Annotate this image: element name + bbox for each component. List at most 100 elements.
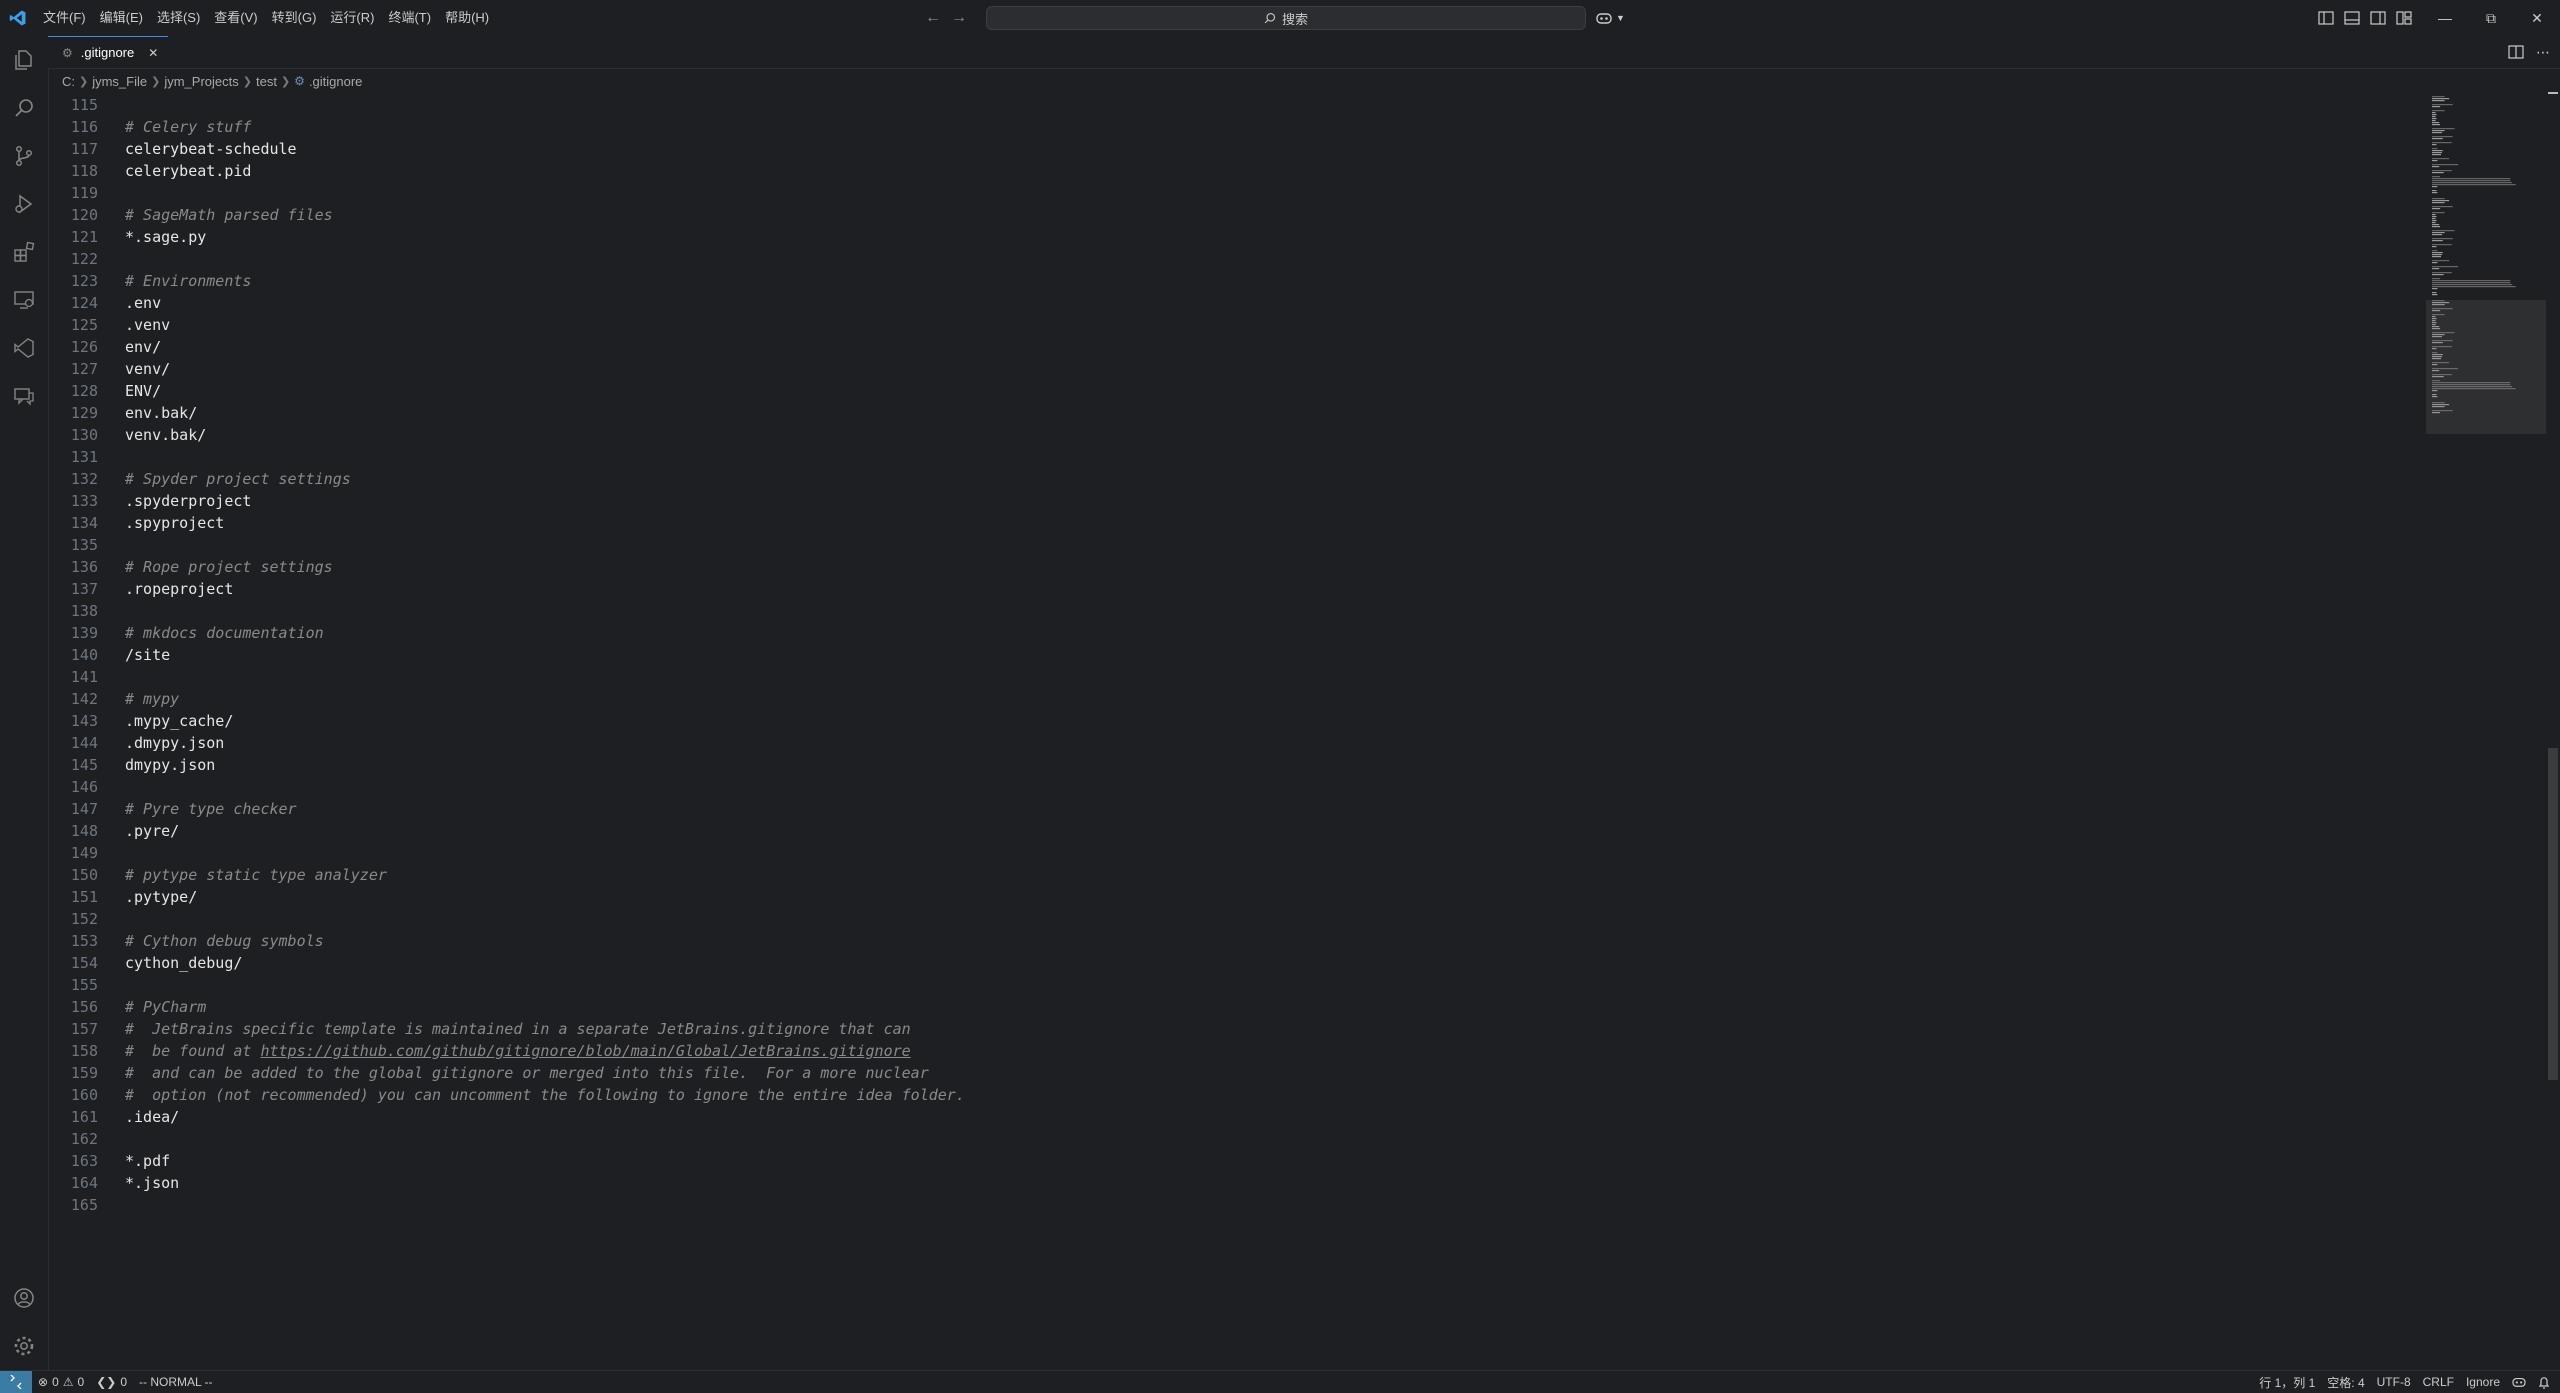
- code-line[interactable]: 146: [48, 776, 2428, 798]
- remote-explorer-icon[interactable]: [0, 276, 48, 324]
- code-line[interactable]: 163 *.pdf: [48, 1150, 2428, 1172]
- code-line[interactable]: 162: [48, 1128, 2428, 1150]
- visual-studio-icon[interactable]: [0, 324, 48, 372]
- back-arrow-icon[interactable]: ←: [925, 9, 941, 27]
- more-actions-icon[interactable]: ⋯: [2536, 44, 2550, 61]
- code-line[interactable]: 155: [48, 974, 2428, 996]
- encoding[interactable]: UTF-8: [2371, 1371, 2417, 1393]
- breadcrumb-item[interactable]: .gitignore: [309, 74, 362, 89]
- code-line[interactable]: 116 # Celery stuff: [48, 116, 2428, 138]
- menu-item[interactable]: 终端(T): [381, 0, 438, 36]
- code-line[interactable]: 117 celerybeat-schedule: [48, 138, 2428, 160]
- code-line[interactable]: 152: [48, 908, 2428, 930]
- code-editor[interactable]: 115 116 # Celery stuff 117 celerybeat-schedu…: [48, 94, 2428, 1370]
- code-line[interactable]: 123 # Environments: [48, 270, 2428, 292]
- code-line[interactable]: 128 ENV/: [48, 380, 2428, 402]
- extensions-icon[interactable]: [0, 228, 48, 276]
- code-line[interactable]: 141: [48, 666, 2428, 688]
- code-line[interactable]: 129 env.bak/: [48, 402, 2428, 424]
- code-line[interactable]: 150 # pytype static type analyzer: [48, 864, 2428, 886]
- menu-item[interactable]: 选择(S): [150, 0, 207, 36]
- menu-item[interactable]: 运行(R): [323, 0, 381, 36]
- code-line[interactable]: 124 .env: [48, 292, 2428, 314]
- code-line[interactable]: 138: [48, 600, 2428, 622]
- close-window-button[interactable]: ✕: [2514, 0, 2560, 36]
- code-line[interactable]: 121 *.sage.py: [48, 226, 2428, 248]
- code-line[interactable]: 158 # be found at https://github.com/gith…: [48, 1040, 2428, 1062]
- ports-indicator[interactable]: ❮❯ 0: [90, 1371, 133, 1393]
- code-line[interactable]: 156 # PyCharm: [48, 996, 2428, 1018]
- language-mode[interactable]: Ignore: [2460, 1371, 2506, 1393]
- restore-button[interactable]: ⧉: [2468, 0, 2514, 36]
- code-line[interactable]: 165: [48, 1194, 2428, 1216]
- menu-item[interactable]: 查看(V): [207, 0, 264, 36]
- code-line[interactable]: 122: [48, 248, 2428, 270]
- code-line[interactable]: 115: [48, 94, 2428, 116]
- breadcrumb-item[interactable]: C:: [62, 74, 75, 89]
- scrollbar-thumb[interactable]: [2548, 748, 2558, 1080]
- code-line[interactable]: 132 # Spyder project settings: [48, 468, 2428, 490]
- code-line[interactable]: 143 .mypy_cache/: [48, 710, 2428, 732]
- code-line[interactable]: 161 .idea/: [48, 1106, 2428, 1128]
- code-line[interactable]: 139 # mkdocs documentation: [48, 622, 2428, 644]
- search-view-icon[interactable]: [0, 84, 48, 132]
- code-line[interactable]: 151 .pytype/: [48, 886, 2428, 908]
- customize-layout-icon[interactable]: [2396, 11, 2412, 25]
- code-line[interactable]: 136 # Rope project settings: [48, 556, 2428, 578]
- code-line[interactable]: 144 .dmypy.json: [48, 732, 2428, 754]
- menu-item[interactable]: 编辑(E): [93, 0, 150, 36]
- code-line[interactable]: 153 # Cython debug symbols: [48, 930, 2428, 952]
- code-line[interactable]: 157 # JetBrains specific template is main…: [48, 1018, 2428, 1040]
- code-line[interactable]: 125 .venv: [48, 314, 2428, 336]
- breadcrumb-item[interactable]: test: [256, 74, 277, 89]
- chat-icon[interactable]: [0, 372, 48, 420]
- menu-item[interactable]: 转到(G): [265, 0, 324, 36]
- breadcrumb-item[interactable]: jym_Projects: [164, 74, 238, 89]
- minimize-button[interactable]: —: [2422, 0, 2468, 36]
- code-link[interactable]: https://github.com/github/gitignore/blob…: [260, 1042, 910, 1060]
- copilot-menu-button[interactable]: ▼: [1596, 0, 1625, 36]
- split-editor-icon[interactable]: [2508, 45, 2524, 59]
- code-line[interactable]: 118 celerybeat.pid: [48, 160, 2428, 182]
- indentation[interactable]: 空格: 4: [2321, 1371, 2370, 1393]
- toggle-primary-sidebar-icon[interactable]: [2318, 11, 2334, 25]
- explorer-icon[interactable]: [0, 36, 48, 84]
- code-line[interactable]: 159 # and can be added to the global giti…: [48, 1062, 2428, 1084]
- code-line[interactable]: 160 # option (not recommended) you can un…: [48, 1084, 2428, 1106]
- menu-item[interactable]: 帮助(H): [438, 0, 496, 36]
- code-line[interactable]: 126 env/: [48, 336, 2428, 358]
- code-line[interactable]: 120 # SageMath parsed files: [48, 204, 2428, 226]
- code-line[interactable]: 145 dmypy.json: [48, 754, 2428, 776]
- code-line[interactable]: 154 cython_debug/: [48, 952, 2428, 974]
- code-line[interactable]: 119: [48, 182, 2428, 204]
- breadcrumb-item[interactable]: jyms_File: [92, 74, 147, 89]
- code-line[interactable]: 164 *.json: [48, 1172, 2428, 1194]
- code-line[interactable]: 127 venv/: [48, 358, 2428, 380]
- source-control-icon[interactable]: [0, 132, 48, 180]
- code-line[interactable]: 135: [48, 534, 2428, 556]
- notifications-bell-icon[interactable]: [2532, 1371, 2556, 1393]
- toggle-secondary-sidebar-icon[interactable]: [2370, 11, 2386, 25]
- close-tab-icon[interactable]: ✕: [148, 46, 158, 60]
- minimap-slider[interactable]: [2426, 300, 2546, 434]
- copilot-status-icon[interactable]: [2506, 1371, 2532, 1393]
- problems-indicator[interactable]: ⊗ 0 ⚠ 0: [32, 1371, 90, 1393]
- code-line[interactable]: 149: [48, 842, 2428, 864]
- vertical-scrollbar[interactable]: [2546, 90, 2560, 1370]
- settings-gear-icon[interactable]: [0, 1322, 48, 1370]
- code-line[interactable]: 130 venv.bak/: [48, 424, 2428, 446]
- tab-gitignore[interactable]: ⚙ .gitignore ✕: [48, 36, 169, 68]
- code-line[interactable]: 134 .spyproject: [48, 512, 2428, 534]
- code-line[interactable]: 140/site: [48, 644, 2428, 666]
- menu-item[interactable]: 文件(F): [36, 0, 93, 36]
- code-line[interactable]: 133 .spyderproject: [48, 490, 2428, 512]
- code-line[interactable]: 137 .ropeproject: [48, 578, 2428, 600]
- code-line[interactable]: 147 # Pyre type checker: [48, 798, 2428, 820]
- end-of-line[interactable]: CRLF: [2417, 1371, 2460, 1393]
- toggle-panel-icon[interactable]: [2344, 11, 2360, 25]
- run-debug-icon[interactable]: [0, 180, 48, 228]
- code-line[interactable]: 131: [48, 446, 2428, 468]
- remote-indicator-button[interactable]: [0, 1370, 32, 1393]
- code-line[interactable]: 142 # mypy: [48, 688, 2428, 710]
- command-center-search[interactable]: 搜索: [986, 6, 1586, 30]
